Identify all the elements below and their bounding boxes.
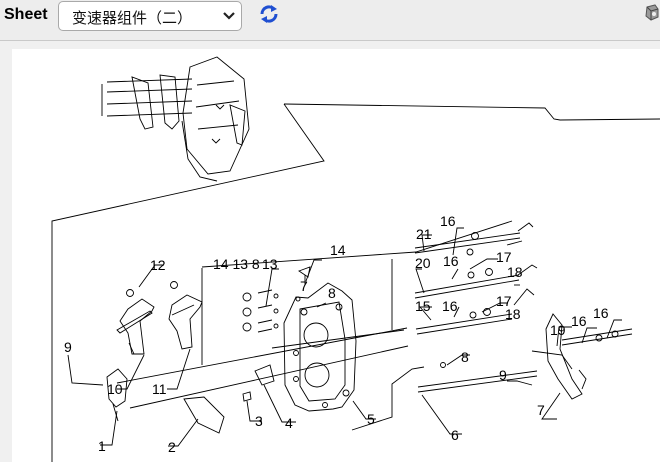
callout-9-right: 9 (499, 367, 507, 383)
callout-7-upper: 7 (300, 278, 308, 294)
drawing-canvas: 1 2 3 4 5 6 7 7 8 8 9 9 10 11 12 13 14 1… (12, 49, 660, 462)
sheet-select[interactable]: 变速器组件（二） (58, 1, 242, 31)
callout-12: 12 (150, 257, 166, 273)
callout-5: 5 (367, 411, 375, 427)
callout-17-a: 17 (496, 249, 512, 265)
callout-14-13-8: 14 13 8 (213, 256, 260, 272)
callout-16-a: 16 (440, 213, 456, 229)
callout-14: 14 (330, 242, 346, 258)
callout-20: 20 (415, 255, 431, 271)
callout-18-a: 18 (507, 264, 523, 280)
callout-19: 19 (550, 322, 566, 338)
callout-10: 10 (107, 381, 123, 397)
callout-7-right: 7 (537, 402, 545, 418)
callout-9-left: 9 (64, 339, 72, 355)
callout-16-d: 16 (571, 313, 587, 329)
printer-icon[interactable] (643, 3, 660, 23)
callout-6: 6 (451, 427, 459, 443)
callout-8-housing: 8 (328, 285, 336, 301)
callout-21: 21 (416, 226, 432, 242)
callout-15: 15 (415, 298, 431, 314)
callout-18-b: 18 (505, 306, 521, 322)
callout-2: 2 (168, 439, 176, 455)
sheet-label: Sheet (4, 6, 48, 23)
callout-13: 13 (262, 256, 278, 272)
callout-3: 3 (255, 413, 263, 429)
callout-8-shaft: 8 (461, 349, 469, 365)
callout-16-e: 16 (593, 305, 609, 321)
exploded-view-drawing: 1 2 3 4 5 6 7 7 8 8 9 9 10 11 12 13 14 1… (51, 56, 660, 462)
callout-16-c: 16 (442, 298, 458, 314)
callout-4: 4 (285, 415, 293, 431)
toolbar: Sheet 变速器组件（二） (0, 0, 660, 41)
sheet-select-value: 变速器组件（二） (72, 9, 193, 27)
chevron-down-icon (223, 12, 235, 20)
sheet-area: 1 2 3 4 5 6 7 7 8 8 9 9 10 11 12 13 14 1… (0, 41, 660, 462)
callout-11: 11 (152, 381, 167, 397)
refresh-icon[interactable] (258, 3, 280, 25)
callout-1: 1 (98, 438, 106, 454)
callout-16-b: 16 (443, 253, 459, 269)
